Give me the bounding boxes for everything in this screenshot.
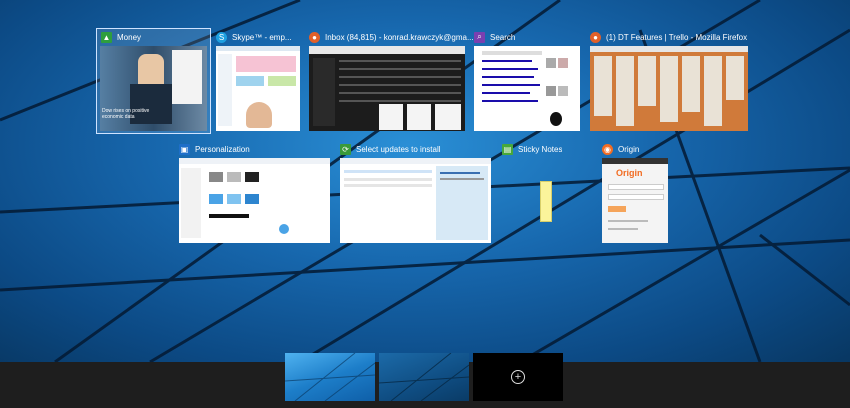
window-thumbnail <box>309 46 465 131</box>
window-inbox[interactable]: ● Inbox (84,815) - konrad.krawczyk@gma..… <box>307 29 474 133</box>
personalization-icon: ▣ <box>179 143 190 155</box>
window-thumbnail <box>340 158 491 243</box>
thumbnail-headline: Dow rises on positive economic data <box>102 108 150 120</box>
window-thumbnail <box>540 181 552 222</box>
sticky-notes-icon: ▤ <box>502 143 513 155</box>
window-origin[interactable]: ◉ Origin Origin <box>600 141 670 245</box>
window-sticky-notes[interactable]: ▤ Sticky Notes <box>500 141 580 245</box>
window-title: Sticky Notes <box>518 144 563 154</box>
window-title: Money <box>117 32 142 42</box>
window-title: Inbox (84,815) - konrad.krawczyk@gma... <box>325 32 474 42</box>
window-windows-update[interactable]: ⟳ Select updates to install <box>338 141 493 245</box>
window-thumbnail <box>179 158 330 243</box>
skype-icon: S <box>216 31 227 43</box>
window-skype[interactable]: S Skype™ - emp... <box>214 29 302 133</box>
window-title: (1) DT Features | Trello - Mozilla Firef… <box>606 32 748 42</box>
desktop-preview <box>285 353 375 401</box>
virtual-desktop-1[interactable] <box>285 353 375 401</box>
window-thumbnail: Origin <box>602 158 668 243</box>
origin-logo-text: Origin <box>616 168 643 178</box>
window-title: Skype™ - emp... <box>232 32 292 42</box>
new-desktop-button[interactable]: + <box>473 353 563 401</box>
window-title: Search <box>490 32 516 42</box>
window-thumbnail <box>590 46 748 131</box>
window-title: Origin <box>618 144 640 154</box>
virtual-desktop-2[interactable] <box>379 353 469 401</box>
window-personalization[interactable]: ▣ Personalization <box>177 141 332 245</box>
window-title: Personalization <box>195 144 250 154</box>
search-icon: ⌕ <box>474 31 485 43</box>
window-search[interactable]: ⌕ Search <box>472 29 582 133</box>
firefox-icon: ● <box>590 31 601 43</box>
money-icon: ▲ <box>101 31 112 43</box>
desktop-preview <box>379 353 469 401</box>
window-thumbnail: Dow rises on positive economic data <box>100 46 207 131</box>
origin-icon: ◉ <box>602 143 613 155</box>
window-trello[interactable]: ● (1) DT Features | Trello - Mozilla Fir… <box>588 29 750 133</box>
plus-icon: + <box>511 370 525 384</box>
window-thumbnail <box>474 46 580 131</box>
window-thumbnail <box>216 46 300 131</box>
window-money[interactable]: ▲ Money Dow rises on positive economic d… <box>96 28 211 134</box>
windows-update-icon: ⟳ <box>340 143 351 155</box>
window-title: Select updates to install <box>356 144 441 154</box>
firefox-icon: ● <box>309 31 320 43</box>
